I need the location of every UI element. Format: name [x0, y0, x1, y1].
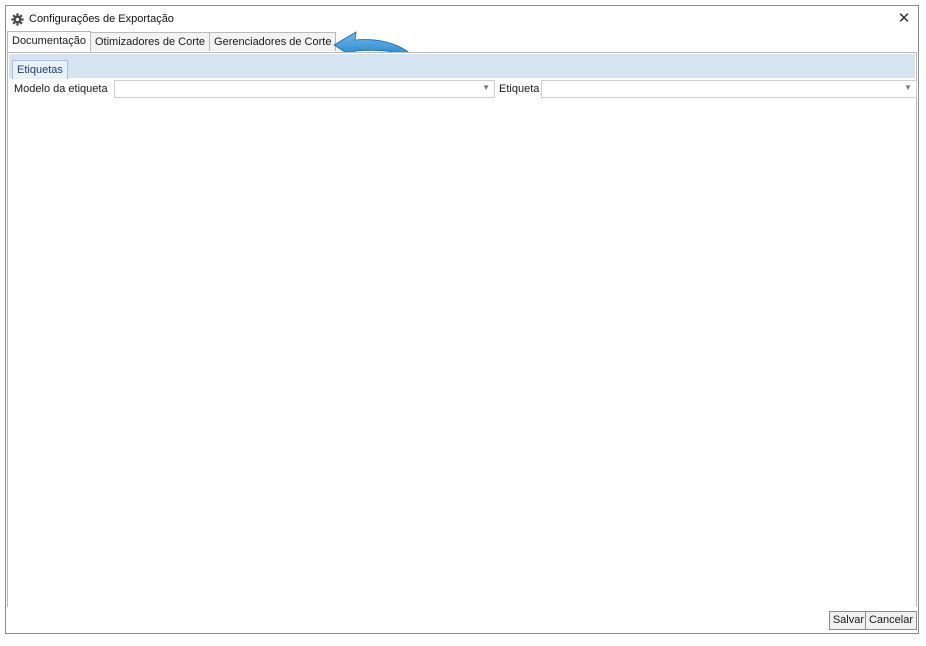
cancel-button[interactable]: Cancelar	[864, 611, 917, 630]
main-tab-strip: Documentação Otimizadores de Corte Geren…	[7, 31, 337, 52]
close-button[interactable]: ✕	[894, 10, 914, 28]
tab-otimizadores-de-corte[interactable]: Otimizadores de Corte	[90, 32, 211, 51]
window-title: Configurações de Exportação	[29, 13, 174, 25]
label-fields-row: Modelo da etiqueta ▼ Etiqueta ▼	[8, 80, 917, 100]
dialog-footer: Salvar Cancelar	[6, 607, 918, 633]
export-settings-window: Configurações de Exportação ✕ Documentaç…	[5, 5, 919, 634]
tab-gerenciadores-de-corte[interactable]: Gerenciadores de Corte	[209, 32, 337, 51]
close-icon[interactable]: ✕	[898, 10, 911, 27]
tab-etiquetas[interactable]: Etiquetas	[12, 60, 68, 79]
tab-content-panel: Etiquetas Modelo da etiqueta ▼ Etiqueta …	[7, 52, 917, 608]
gear-icon	[11, 13, 24, 26]
modelo-etiqueta-dropdown[interactable]: ▼	[114, 80, 495, 98]
sub-tab-strip: Etiquetas	[9, 54, 915, 79]
chevron-down-icon[interactable]: ▼	[482, 83, 490, 92]
save-button[interactable]: Salvar	[828, 611, 868, 630]
etiqueta-dropdown[interactable]: ▼	[541, 80, 917, 98]
etiqueta-label: Etiqueta	[499, 83, 540, 95]
tab-documentacao[interactable]: Documentação	[7, 31, 91, 52]
title-bar: Configurações de Exportação ✕	[6, 6, 918, 32]
modelo-etiqueta-label: Modelo da etiqueta	[14, 83, 108, 95]
chevron-down-icon[interactable]: ▼	[904, 83, 912, 92]
